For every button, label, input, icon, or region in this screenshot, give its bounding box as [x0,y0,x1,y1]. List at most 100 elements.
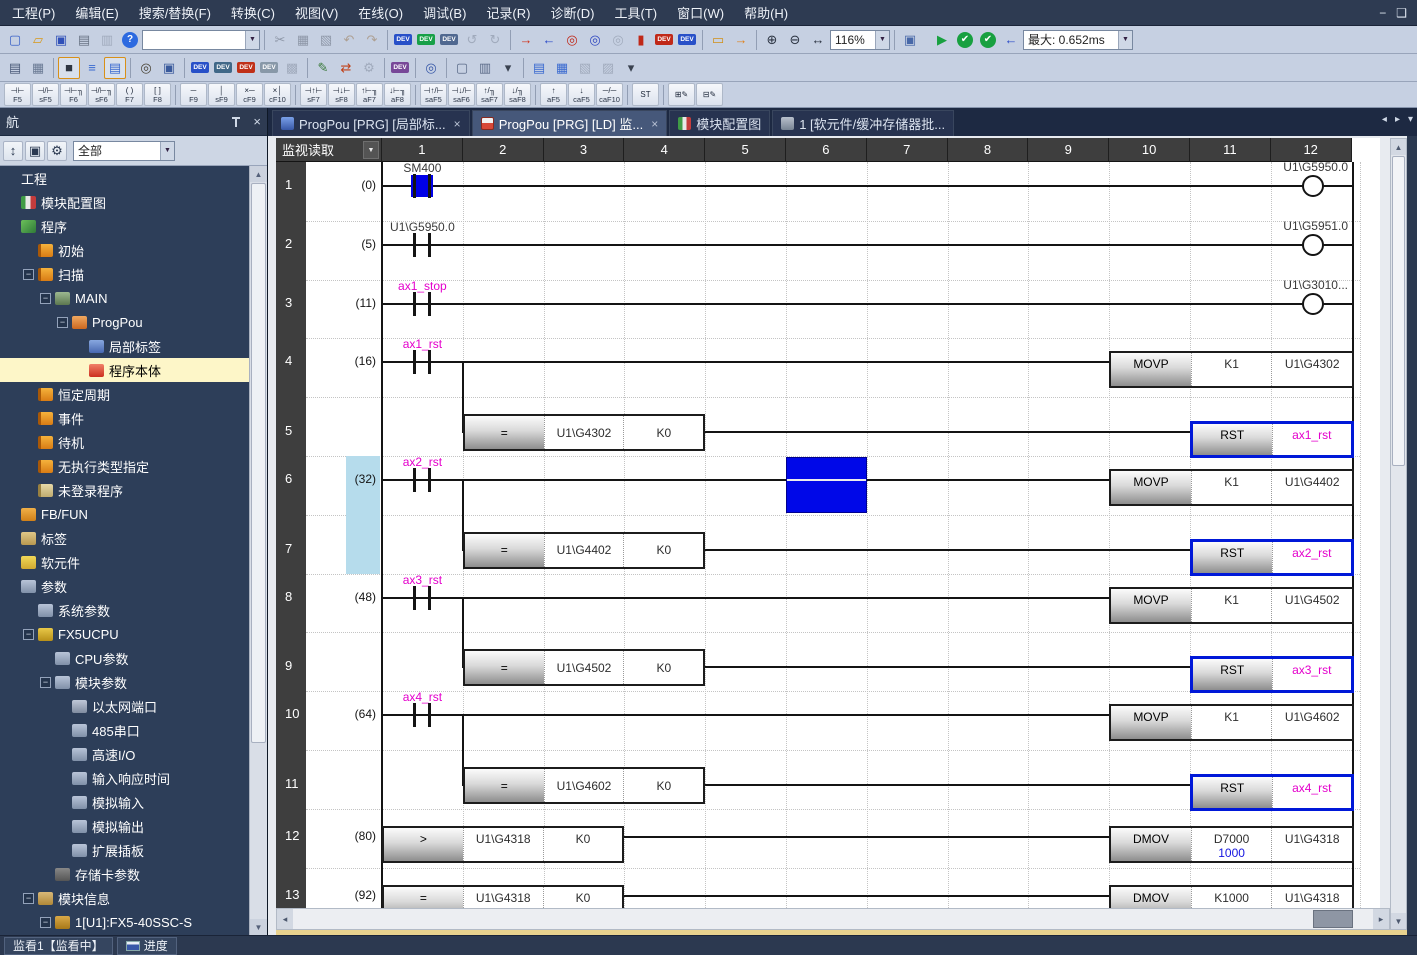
tree-item-5[interactable]: −MAIN [0,286,250,310]
check-parameter-icon[interactable]: ✔ [977,29,999,51]
invert-button[interactable]: ─/─caF10 [596,83,623,106]
instruction-button[interactable]: [ ]F8 [144,83,171,106]
ladder-contact[interactable] [408,290,436,318]
tab-close-icon[interactable]: × [454,117,461,131]
instruction-box[interactable]: RSTax4_rst [1190,774,1354,811]
tree-item-9[interactable]: 恒定周期 [0,382,250,406]
ladder-contact[interactable] [408,466,436,494]
find-window-icon[interactable]: ▣ [158,57,180,79]
tree-item-2[interactable]: 程序 [0,214,250,238]
option-icon[interactable]: ⚙ [358,57,380,79]
chevron-down-icon[interactable]: ▼ [160,142,174,160]
menu-item-2[interactable]: 搜索/替换(F) [129,0,221,25]
tree-item-3[interactable]: 初始 [0,238,250,262]
menu-item-7[interactable]: 记录(R) [476,0,540,25]
tree-item-29[interactable]: 存储卡参数 [0,862,250,886]
device-all-icon[interactable]: DEV [258,57,280,79]
rise-branch-button[interactable]: ↑⊢╖aF7 [356,83,383,106]
tree-item-7[interactable]: 局部标签 [0,334,250,358]
tree-item-1[interactable]: 模块配置图 [0,190,250,214]
tree-item-10[interactable]: 事件 [0,406,250,430]
instruction-box[interactable]: =U1\G4318K0 [382,885,624,908]
inline-st-button[interactable]: ST [632,83,659,106]
pulse-down-button[interactable]: ↓caF5 [568,83,595,106]
menu-item-9[interactable]: 工具(T) [605,0,668,25]
scrollbar-thumb[interactable] [251,183,266,743]
tree-item-11[interactable]: 待机 [0,430,250,454]
ok-transfer-icon[interactable]: ← [1000,29,1022,51]
tree-item-0[interactable]: 工程 [0,166,250,190]
more2-icon[interactable]: ▾ [620,57,642,79]
tab-prev-icon[interactable]: ◂ [1382,114,1387,125]
menu-item-8[interactable]: 诊断(D) [540,0,604,25]
menu-item-0[interactable]: 工程(P) [2,0,65,25]
tree-item-26[interactable]: 模拟输入 [0,790,250,814]
open-icon[interactable]: ▱ [27,29,49,51]
tree-item-17[interactable]: 参数 [0,574,250,598]
simulation-start-icon[interactable]: ▶ [931,29,953,51]
undo-icon[interactable]: ↶ [338,29,360,51]
tree-expander-icon[interactable]: − [40,917,51,928]
save-icon[interactable]: ▣ [50,29,72,51]
monitor-mode-header[interactable]: 监视读取▼ [276,138,382,162]
tab-3[interactable]: 1 [软元件/缓冲存储器批... [772,110,954,136]
fall-close-branch-button[interactable]: ↓/╖saF8 [504,83,531,106]
hline-button[interactable]: ─F9 [180,83,207,106]
ladder-canvas[interactable]: 监视读取▼1234567891011121(0)SM400U1\G5950.02… [276,138,1380,908]
scroll-up-icon[interactable]: ▲ [250,166,267,182]
menu-item-11[interactable]: 帮助(H) [734,0,798,25]
rise-close-branch-button[interactable]: ↑/╖saF7 [476,83,503,106]
redo-icon[interactable]: ↷ [361,29,383,51]
scroll-down-icon[interactable]: ▼ [1391,913,1406,929]
device-monitor-icon[interactable]: DEV [415,29,437,51]
fit-width-icon[interactable]: ↔ [807,29,829,51]
pulse-up-button[interactable]: ↑aF5 [540,83,567,106]
tree-item-14[interactable]: FB/FUN [0,502,250,526]
sheet-view2-icon[interactable]: ▦ [551,57,573,79]
instruction-box[interactable]: RSTax1_rst [1190,421,1354,458]
tree-item-27[interactable]: 模拟输出 [0,814,250,838]
zoom-out-icon[interactable]: ⊖ [784,29,806,51]
tree-expander-icon[interactable]: − [40,293,51,304]
instruction-box[interactable]: MOVPK1U1\G4402 [1109,469,1354,506]
del-vline-button[interactable]: ×│cF10 [264,83,291,106]
new-icon[interactable]: ▢ [4,29,26,51]
tree-item-20[interactable]: CPU参数 [0,646,250,670]
instruction-box[interactable]: =U1\G4602K0 [463,767,705,804]
sheet-view1-icon[interactable]: ▤ [528,57,550,79]
paste-icon[interactable]: ▧ [315,29,337,51]
write-plc-icon[interactable]: → [515,29,537,51]
print-preview-icon[interactable]: ▥ [96,29,118,51]
tree-expander-icon[interactable]: − [40,677,51,688]
tab-list-icon[interactable]: ▾ [1408,114,1413,125]
tree-item-25[interactable]: 输入响应时间 [0,766,250,790]
menu-item-5[interactable]: 在线(O) [348,0,413,25]
chevron-down-icon[interactable]: ▼ [1118,31,1132,49]
tree-expander-icon[interactable]: − [57,317,68,328]
tab-0[interactable]: ProgPou [PRG] [局部标...× [272,110,470,136]
refresh2-icon[interactable]: ↻ [484,29,506,51]
tree-item-15[interactable]: 标签 [0,526,250,550]
jump-icon[interactable]: → [730,29,752,51]
scrollbar-thumb[interactable] [1313,910,1353,928]
del-hline-button[interactable]: ×─cF9 [236,83,263,106]
menu-item-4[interactable]: 视图(V) [285,0,348,25]
pin-icon[interactable] [231,116,241,128]
tab-1[interactable]: ProgPou [PRG] [LD] 监...× [472,110,668,136]
ladder-contact[interactable] [408,584,436,612]
cut-icon[interactable]: ✂ [269,29,291,51]
scroll-left-icon[interactable]: ◂ [277,909,293,929]
ladder-block-icon[interactable]: ▮ [630,29,652,51]
tree-item-24[interactable]: 高速I/O [0,742,250,766]
monitor-start-icon[interactable]: ◎ [584,29,606,51]
menu-item-3[interactable]: 转换(C) [221,0,285,25]
tree-item-4[interactable]: −扫描 [0,262,250,286]
menu-item-10[interactable]: 窗口(W) [667,0,734,25]
outline-view-icon[interactable]: ≡ [81,57,103,79]
instruction-box[interactable]: =U1\G4302K0 [463,414,705,451]
tree-item-12[interactable]: 无执行类型指定 [0,454,250,478]
ladder-hscrollbar[interactable]: ◂ ▸ [276,908,1390,930]
tree-item-31[interactable]: −1[U1]:FX5-40SSC-S [0,910,250,934]
dock-nav-icon[interactable]: ▤ [4,57,26,79]
menu-item-1[interactable]: 编辑(E) [65,0,128,25]
